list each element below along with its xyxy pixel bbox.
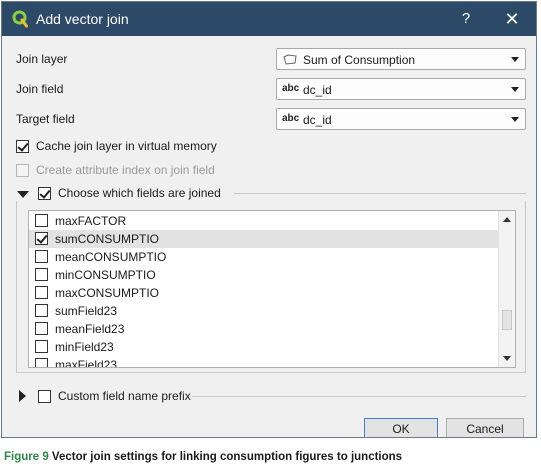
text-field-type-icon: abc [282, 113, 300, 124]
custom-prefix-label: Custom field name prefix [58, 389, 191, 403]
chevron-down-icon [511, 87, 519, 92]
create-index-checkbox[interactable] [16, 164, 29, 177]
field-name: maxField23 [55, 358, 118, 368]
scrollbar-thumb[interactable] [502, 310, 512, 330]
field-list-item[interactable]: maxCONSUMPTIO [29, 284, 499, 302]
field-checkbox[interactable] [35, 286, 48, 299]
target-field-label: Target field [16, 112, 75, 126]
field-name: sumField23 [55, 304, 118, 318]
help-button[interactable]: ? [454, 7, 478, 31]
join-layer-combo[interactable]: Sum of Consumption [276, 48, 526, 70]
field-name: minField23 [55, 340, 114, 354]
join-field-combo[interactable]: abc dc_id [276, 78, 526, 100]
expand-arrow-icon[interactable] [19, 390, 26, 402]
field-checkbox[interactable] [35, 322, 48, 335]
field-checkbox[interactable] [35, 304, 48, 317]
qgis-icon [12, 10, 28, 28]
scroll-down-icon[interactable] [503, 356, 511, 361]
cache-join-layer-checkbox[interactable] [16, 140, 29, 153]
choose-fields-checkbox[interactable] [38, 187, 51, 200]
target-field-combo[interactable]: abc dc_id [276, 108, 526, 130]
fields-list[interactable]: maxFACTOR sumCONSUMPTIO meanCONSUMPTIO minC… [28, 210, 516, 368]
figure-caption-text: Vector join settings for linking consump… [48, 451, 403, 463]
polygon-layer-icon [283, 54, 297, 65]
field-checkbox[interactable] [35, 358, 48, 367]
figure-number: Figure 9 [4, 451, 49, 463]
target-field-value: dc_id [303, 113, 332, 127]
field-list-item[interactable]: minField23 [29, 338, 499, 356]
field-checkbox[interactable] [35, 232, 48, 245]
field-checkbox[interactable] [35, 268, 48, 281]
field-checkbox[interactable] [35, 340, 48, 353]
join-field-value: dc_id [303, 83, 332, 97]
field-checkbox[interactable] [35, 250, 48, 263]
field-list-item[interactable]: sumField23 [29, 302, 499, 320]
title-bar[interactable]: Add vector join ? ✕ [2, 2, 536, 36]
dialog-title: Add vector join [36, 11, 129, 27]
join-field-label: Join field [16, 82, 64, 96]
choose-fields-label: Choose which fields are joined [58, 186, 221, 200]
field-list-item[interactable]: sumCONSUMPTIO [29, 230, 499, 248]
figure-caption: Figure 9 Vector join settings for linkin… [4, 451, 402, 463]
field-name: meanField23 [55, 322, 125, 336]
add-vector-join-dialog: Add vector join ? ✕ Join layer Sum of Co… [1, 1, 537, 438]
join-layer-value: Sum of Consumption [303, 53, 416, 67]
chevron-down-icon [511, 117, 519, 122]
close-button[interactable]: ✕ [500, 7, 524, 31]
field-checkbox[interactable] [35, 214, 48, 227]
group-divider [192, 396, 526, 397]
field-name: maxCONSUMPTIO [55, 286, 160, 300]
ok-button[interactable]: OK [364, 418, 438, 437]
create-index-label: Create attribute index on join field [36, 163, 215, 177]
field-list-item[interactable]: maxFACTOR [29, 212, 499, 230]
text-field-type-icon: abc [282, 83, 300, 94]
chevron-down-icon [511, 57, 519, 62]
field-list-item[interactable]: meanCONSUMPTIO [29, 248, 499, 266]
cancel-button[interactable]: Cancel [446, 418, 524, 437]
field-name: sumCONSUMPTIO [55, 232, 160, 246]
cache-join-layer-label: Cache join layer in virtual memory [36, 139, 217, 153]
field-list-item[interactable]: minCONSUMPTIO [29, 266, 499, 284]
field-list-item[interactable]: maxField23 [29, 356, 499, 368]
collapse-arrow-icon[interactable] [17, 191, 29, 198]
custom-prefix-checkbox[interactable] [38, 390, 51, 403]
vertical-scrollbar[interactable] [498, 211, 515, 367]
field-name: maxFACTOR [55, 214, 127, 228]
scroll-up-icon[interactable] [503, 217, 511, 222]
group-divider [234, 193, 526, 194]
join-layer-label: Join layer [16, 52, 68, 66]
field-name: minCONSUMPTIO [55, 268, 156, 282]
field-name: meanCONSUMPTIO [55, 250, 167, 264]
field-list-item[interactable]: meanField23 [29, 320, 499, 338]
